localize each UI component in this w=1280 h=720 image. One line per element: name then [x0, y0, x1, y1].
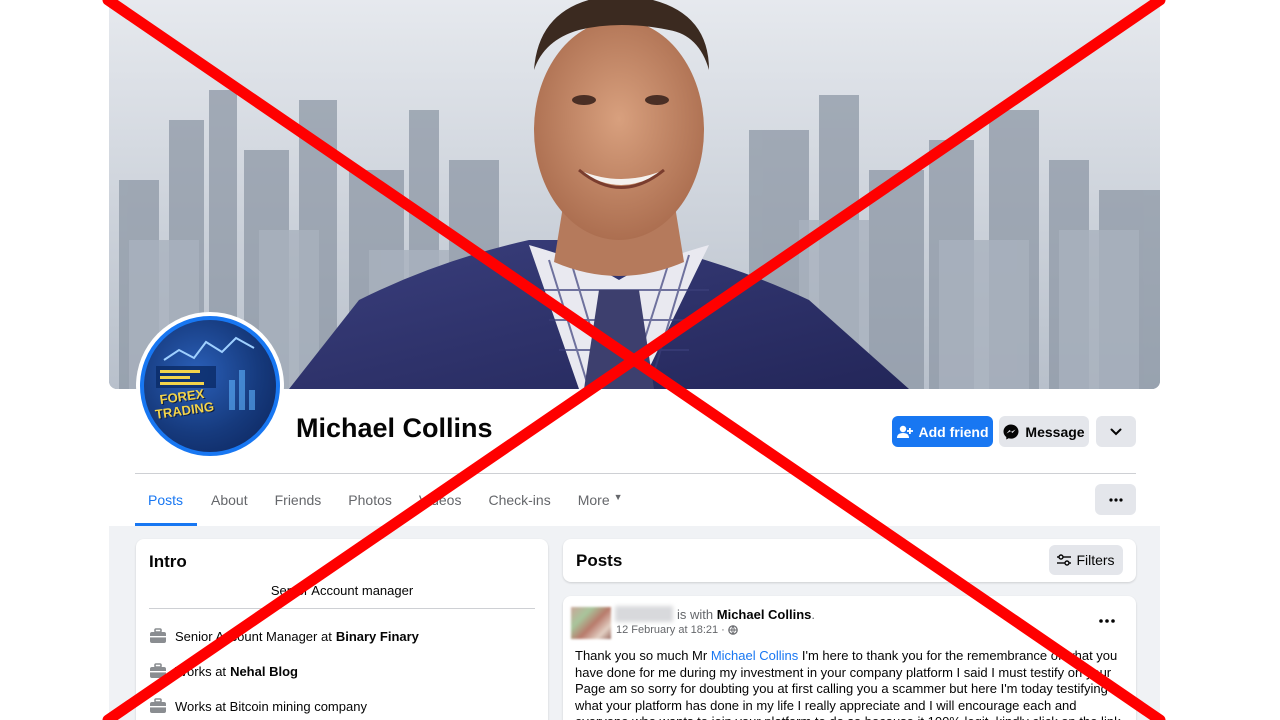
- messenger-icon: [1003, 424, 1019, 439]
- tab-about-label: About: [211, 492, 248, 508]
- intro-item-work-2: Works at Nehal Blog: [149, 663, 298, 679]
- post-with-text: is with: [677, 607, 714, 622]
- posts-header-card: Posts Filters: [563, 539, 1136, 582]
- tab-photos-label: Photos: [348, 492, 392, 508]
- tab-friends-label: Friends: [274, 492, 322, 508]
- tab-more-label: More: [577, 492, 610, 508]
- profile-avatar[interactable]: FOREX TRADING: [136, 312, 284, 460]
- header-divider: [135, 473, 1136, 474]
- briefcase-icon: [150, 663, 166, 678]
- tab-photos[interactable]: Photos: [348, 484, 392, 526]
- tab-friends[interactable]: Friends: [275, 484, 322, 526]
- add-person-icon: [896, 425, 913, 438]
- tab-about[interactable]: About: [211, 484, 248, 526]
- intro-bio: Senior Account manager: [270, 583, 414, 598]
- post-tagged-name[interactable]: Michael Collins: [717, 607, 812, 622]
- tab-videos[interactable]: Videos: [419, 484, 462, 526]
- post-header-line: is with Michael Collins.: [677, 607, 815, 622]
- post-body: Thank you so much Mr Michael Collins I'm…: [575, 648, 1125, 720]
- avatar-image: FOREX TRADING: [140, 316, 280, 456]
- tab-checkins[interactable]: Check-ins: [488, 484, 550, 526]
- globe-icon: [728, 625, 738, 635]
- post-author-avatar[interactable]: [571, 607, 611, 639]
- intro-item-text: Works at: [175, 663, 227, 679]
- briefcase-icon: [150, 628, 166, 643]
- chevron-down-icon: [1110, 428, 1122, 435]
- intro-item-text: Senior Account Manager at: [175, 628, 332, 644]
- add-friend-button[interactable]: Add friend: [892, 416, 993, 447]
- profile-tabs: Posts About Friends Photos Videos Check-…: [135, 484, 650, 526]
- post-meta: 12 February at 18:21 ·: [616, 624, 738, 636]
- more-dots-icon: [1108, 497, 1123, 502]
- tab-checkins-label: Check-ins: [488, 492, 551, 508]
- post-card: is with Michael Collins. 12 February at …: [563, 596, 1136, 720]
- briefcase-icon: [150, 698, 166, 713]
- caret-down-icon: ▼: [613, 492, 623, 502]
- filters-label: Filters: [1076, 552, 1115, 568]
- post-date[interactable]: 12 February at 18:21 ·: [616, 624, 725, 636]
- intro-title: Intro: [149, 552, 187, 571]
- post-body-prefix: Thank you so much Mr: [575, 648, 708, 663]
- profile-page: FOREX TRADING Michael Collins Add friend…: [0, 0, 1280, 720]
- intro-divider: [149, 608, 535, 609]
- intro-item-work-1: Senior Account Manager at Binary Finary: [149, 628, 419, 644]
- filters-icon: [1057, 554, 1072, 566]
- more-options-button[interactable]: [1095, 484, 1136, 515]
- post-options-icon[interactable]: [1095, 614, 1119, 628]
- add-friend-label: Add friend: [918, 423, 989, 440]
- intro-item-company[interactable]: Nehal Blog: [230, 664, 298, 679]
- message-label: Message: [1025, 423, 1085, 440]
- intro-item-work-3: Works at Bitcoin mining company: [149, 698, 367, 714]
- tab-posts[interactable]: Posts: [135, 484, 198, 526]
- message-button[interactable]: Message: [999, 416, 1089, 447]
- profile-options-button[interactable]: [1096, 416, 1136, 447]
- tab-more[interactable]: More ▼: [578, 484, 623, 526]
- profile-name: Michael Collins: [296, 413, 493, 443]
- tab-posts-label: Posts: [148, 492, 184, 508]
- post-with-suffix: .: [811, 607, 816, 622]
- intro-item-company[interactable]: Binary Finary: [336, 629, 419, 644]
- tab-videos-label: Videos: [418, 492, 462, 508]
- post-author-name-blurred: [615, 606, 673, 622]
- filters-button[interactable]: Filters: [1049, 545, 1123, 575]
- post-mention-link[interactable]: Michael Collins: [711, 648, 798, 663]
- intro-item-text: Works at Bitcoin mining company: [175, 698, 367, 714]
- posts-title: Posts: [576, 551, 623, 570]
- forex-chart-graphic: [156, 336, 255, 410]
- intro-card: Intro Senior Account manager Senior Acco…: [136, 539, 548, 720]
